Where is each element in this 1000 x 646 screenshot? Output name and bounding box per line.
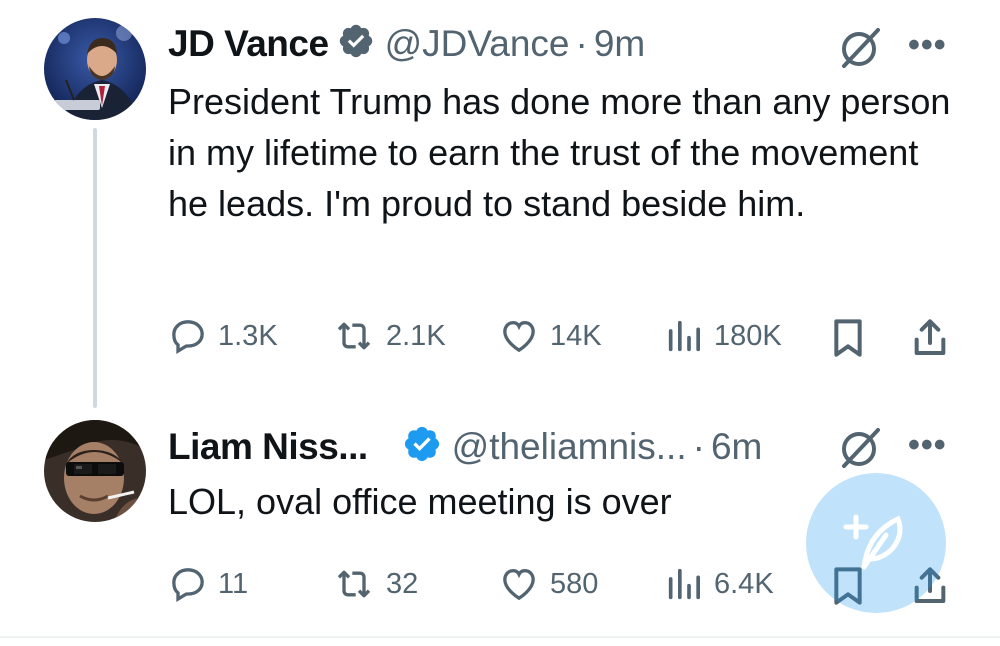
repost-count: 2.1K: [386, 319, 446, 352]
like-button[interactable]: 14K: [498, 316, 602, 356]
share-button[interactable]: [910, 316, 960, 360]
like-count: 14K: [550, 319, 602, 352]
avatar[interactable]: [44, 18, 146, 120]
like-button[interactable]: 580: [498, 564, 598, 604]
views-count: 6.4K: [714, 567, 774, 600]
views-count: 180K: [714, 319, 782, 352]
reply-count: 1.3K: [218, 319, 278, 352]
verified-badge-icon: [402, 424, 442, 469]
timestamp[interactable]: 6m: [711, 426, 762, 468]
tweet-header: JD Vance @JDVance · 9m: [168, 22, 645, 65]
more-icon[interactable]: •••: [908, 26, 947, 65]
reply-button[interactable]: 11: [168, 564, 248, 604]
timestamp[interactable]: 9m: [594, 23, 645, 65]
author-handle[interactable]: @theliamnis...: [452, 426, 687, 468]
repost-button[interactable]: 32: [332, 564, 418, 604]
reply-icon: [172, 568, 204, 602]
avatar[interactable]: [44, 420, 146, 522]
share-icon: [914, 319, 946, 355]
divider: [0, 636, 1000, 638]
reply-count: 11: [218, 567, 249, 600]
repost-button[interactable]: 2.1K: [332, 316, 446, 356]
like-icon: [503, 568, 535, 601]
more-icon[interactable]: •••: [908, 426, 947, 465]
author-name[interactable]: Liam Niss...: [168, 426, 368, 468]
views-button[interactable]: 6.4K: [664, 564, 774, 604]
grok-icon[interactable]: [836, 24, 884, 77]
separator-dot: ·: [575, 22, 588, 64]
compose-post-button[interactable]: [806, 473, 946, 613]
bookmark-icon: [834, 319, 862, 357]
like-icon: [503, 320, 535, 353]
reply-icon: [172, 320, 204, 354]
views-icon: [668, 320, 700, 352]
compose-post-icon: [843, 514, 903, 570]
author-name[interactable]: JD Vance: [168, 23, 329, 65]
repost-icon: [337, 570, 371, 598]
tweet-header: Liam Niss... @theliamnis... · 6m: [168, 424, 762, 469]
tweet-actions: 1.3K 2.1K 14K 180K: [168, 316, 958, 360]
repost-count: 32: [386, 567, 419, 600]
grok-icon[interactable]: [836, 424, 884, 477]
reply-button[interactable]: 1.3K: [168, 316, 278, 356]
tweet-text: President Trump has done more than any p…: [168, 81, 951, 224]
repost-icon: [337, 322, 371, 350]
views-icon: [668, 568, 700, 600]
separator-dot: ·: [692, 425, 705, 467]
thread-line: [93, 128, 97, 408]
bookmark-button[interactable]: [828, 316, 878, 360]
author-handle[interactable]: @JDVance: [385, 23, 570, 65]
like-count: 580: [550, 567, 599, 600]
views-button[interactable]: 180K: [664, 316, 782, 356]
verified-badge-icon: [337, 22, 375, 65]
